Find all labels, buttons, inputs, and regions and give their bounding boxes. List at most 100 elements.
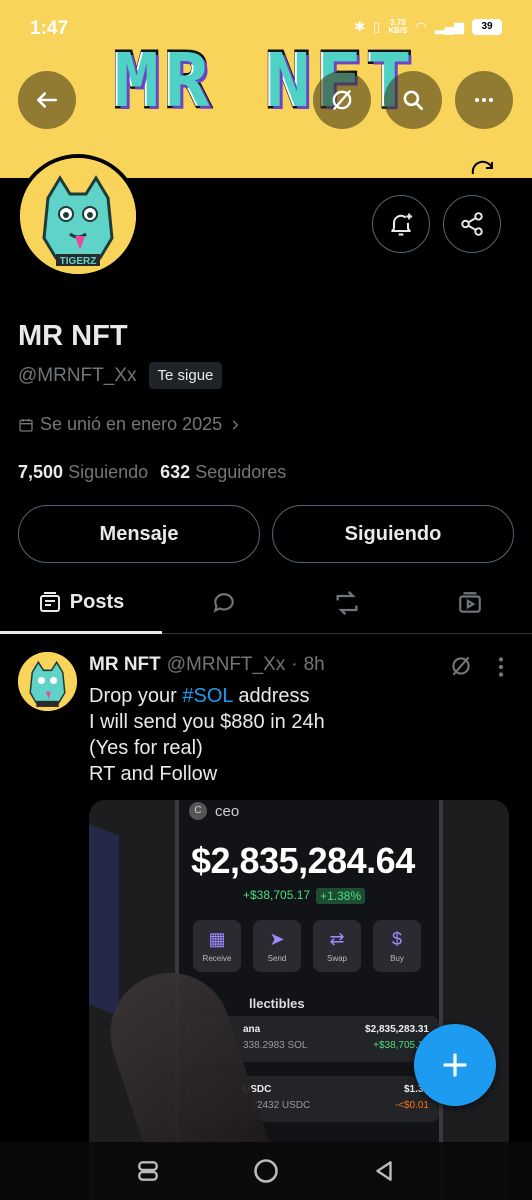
profile-handle: @MRNFT_Xx — [18, 364, 137, 386]
battery-icon: 39 — [472, 19, 502, 35]
signal-icon: ▂▄▆ — [434, 19, 464, 34]
posts-icon — [39, 591, 60, 612]
collectibles-heading: llectibles — [249, 996, 305, 1011]
plus-icon — [443, 1053, 467, 1077]
back-nav-icon[interactable] — [371, 1158, 397, 1184]
following-button[interactable]: Siguiendo — [272, 505, 514, 563]
post-header: MR NFT @MRNFT_Xx · 8h — [89, 654, 325, 676]
notifications-button[interactable] — [372, 195, 430, 253]
vibrate-icon: ▯ — [373, 19, 381, 34]
post-separator: · — [291, 654, 298, 675]
muted-button[interactable] — [313, 71, 371, 129]
tab-media[interactable] — [409, 572, 532, 633]
media-icon — [459, 591, 482, 613]
system-nav-bar — [0, 1142, 532, 1200]
dollar-icon: $ — [391, 929, 402, 949]
joined-date-row[interactable]: Se unió en enero 2025 — [18, 414, 242, 435]
home-icon[interactable] — [252, 1157, 280, 1185]
wallet-buy-label: Buy — [390, 954, 404, 963]
post-text: Drop your #SOL address I will send you $… — [89, 683, 509, 787]
reply-icon — [213, 592, 234, 613]
svg-text:TIGERZ: TIGERZ — [60, 256, 97, 267]
wallet-account-name: ceo — [215, 802, 240, 820]
profile-avatar[interactable]: TIGERZ — [16, 154, 140, 278]
wallet-balance: $2,835,284.64 — [191, 840, 415, 881]
wallet-change: +$38,705.17 +1.38% — [243, 888, 366, 904]
wallet-send: ➤ Send — [253, 920, 301, 972]
bluetooth-icon: ✱ — [354, 19, 366, 34]
wallet-change-percent: +1.38% — [316, 888, 366, 904]
follows-you-badge: Te sigue — [148, 362, 223, 389]
post-author-name[interactable]: MR NFT — [89, 654, 161, 676]
wallet-receive: ▦ Receive — [193, 920, 241, 972]
compose-post-button[interactable] — [414, 1024, 496, 1106]
asset-amount: 338.2983 SOL — [243, 1040, 308, 1051]
muted-icon — [332, 89, 352, 111]
wallet-send-label: Send — [267, 954, 287, 963]
calendar-icon — [19, 418, 33, 432]
wallet-swap-label: Swap — [326, 954, 347, 963]
status-icons: ✱ ▯ 3.78 KB/S ◠ ▂▄▆ 39 — [354, 19, 502, 35]
network-speed-unit: KB/S — [388, 26, 408, 35]
followers-count: 632 — [160, 462, 191, 482]
post-author-avatar[interactable] — [18, 652, 77, 711]
tab-posts-label: Posts — [69, 591, 125, 613]
following-count: 7,500 — [18, 462, 64, 482]
post-time: 8h — [303, 654, 325, 675]
message-button[interactable]: Mensaje — [18, 505, 260, 563]
send-icon: ➤ — [269, 929, 285, 949]
post-line-2: I will send you $880 in 24h — [89, 711, 325, 733]
wallet-change-amount: +$38,705.17 — [243, 888, 311, 902]
swap-icon: ⇄ — [329, 929, 345, 949]
tab-reposts[interactable] — [285, 572, 408, 633]
profile-display-name: MR NFT — [18, 320, 128, 352]
hashtag-link[interactable]: #SOL — [182, 685, 232, 707]
post-line-4: RT and Follow — [89, 763, 218, 785]
share-icon — [461, 212, 483, 236]
followers-label: Seguidores — [195, 462, 287, 482]
status-time: 1:47 — [30, 18, 69, 39]
avatar-image: TIGERZ — [20, 158, 136, 274]
following-stat[interactable]: 7,500 Siguiendo — [18, 462, 148, 483]
post-line-1: Drop your #SOL address — [89, 683, 509, 709]
profile-banner[interactable]: 1:47 ✱ ▯ 3.78 KB/S ◠ ▂▄▆ 39 MR NFT — [0, 0, 532, 178]
tab-replies[interactable] — [162, 572, 285, 633]
grok-icon[interactable] — [448, 653, 474, 679]
wifi-icon: ◠ — [415, 19, 427, 34]
handle-row: @MRNFT_Xx Te sigue — [18, 362, 223, 389]
post-line-1-suffix: address — [232, 685, 310, 707]
share-button[interactable] — [443, 195, 501, 253]
more-options-button[interactable] — [455, 71, 513, 129]
followers-stat[interactable]: 632 Seguidores — [160, 462, 286, 483]
more-horizontal-icon — [475, 98, 493, 102]
search-icon — [403, 90, 423, 110]
media-background-object — [89, 824, 119, 1016]
wallet-account-row: C ceo — [189, 802, 239, 820]
profile-tabs: Posts — [0, 572, 532, 634]
recent-apps-icon[interactable] — [135, 1158, 161, 1184]
qr-icon: ▦ — [208, 929, 226, 949]
joined-date: Se unió en enero 2025 — [40, 414, 223, 434]
asset-name: ana — [243, 1024, 261, 1035]
back-button[interactable] — [18, 71, 76, 129]
post-line-1-prefix: Drop your — [89, 685, 183, 707]
post-line-3: (Yes for real) — [89, 737, 203, 759]
wallet-actions: ▦ Receive ➤ Send ⇄ Swap $ Buy — [193, 920, 421, 972]
post-author-handle[interactable]: @MRNFT_Xx — [167, 654, 286, 676]
wallet-receive-label: Receive — [202, 954, 232, 963]
repost-icon — [336, 590, 358, 615]
refresh-indicator-icon — [471, 160, 493, 175]
wallet-swap: ⇄ Swap — [313, 920, 361, 972]
asset-delta: -<$0.01 — [394, 1100, 429, 1111]
asset-value: $2,835,283.31 — [365, 1024, 429, 1035]
wallet-buy: $ Buy — [373, 920, 421, 972]
more-vertical-icon[interactable] — [494, 654, 508, 680]
search-button[interactable] — [384, 71, 442, 129]
post-media-video[interactable]: C ceo $2,835,284.64 +$38,705.17 +1.38% ▦… — [89, 800, 509, 1200]
bell-plus-icon — [391, 213, 413, 236]
tab-posts[interactable]: Posts — [0, 572, 162, 634]
chevron-right-icon — [232, 419, 239, 430]
follow-stats: 7,500 Siguiendo 632 Seguidores — [18, 462, 286, 483]
arrow-left-icon — [37, 92, 57, 108]
network-speed: 3.78 KB/S — [388, 19, 407, 35]
